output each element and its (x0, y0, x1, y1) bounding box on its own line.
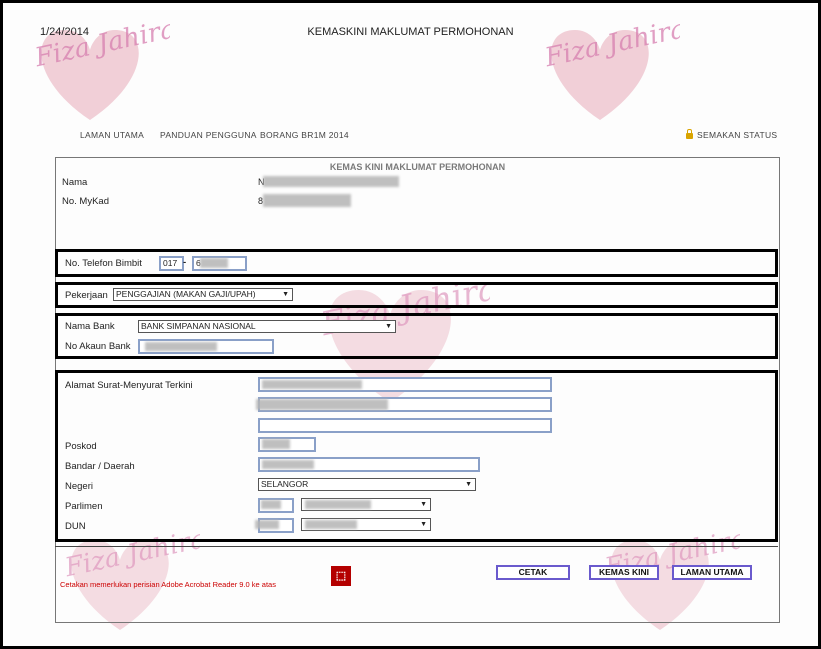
pekerjaan-label: Pekerjaan (65, 290, 108, 301)
nama-label: Nama (62, 177, 88, 188)
pdf-icon[interactable]: ⬚ (331, 566, 351, 586)
chevron-down-icon: ▼ (465, 481, 472, 488)
redacted-parlimen-code (261, 500, 281, 509)
pekerjaan-select-value: PENGGAJIAN (MAKAN GAJI/UPAH) (116, 289, 256, 299)
pekerjaan-select[interactable]: PENGGAJIAN (MAKAN GAJI/UPAH) ▼ (113, 288, 293, 301)
acrobat-note: Cetakan memerlukan perisian Adobe Acroba… (60, 580, 276, 589)
nav-borang-br1m[interactable]: BORANG BR1M 2014 (260, 130, 349, 140)
phone-label: No. Telefon Bimbit (65, 258, 142, 269)
poskod-label: Poskod (65, 441, 97, 452)
nav-panduan-pengguna[interactable]: PANDUAN PENGGUNA (160, 130, 257, 140)
phone-prefix-input[interactable]: 017 (159, 256, 184, 271)
cetak-button[interactable]: CETAK (496, 565, 570, 580)
chevron-down-icon: ▼ (420, 501, 427, 508)
redacted-phone (200, 258, 228, 268)
chevron-down-icon: ▼ (385, 323, 392, 330)
chevron-down-icon: ▼ (282, 291, 289, 298)
alamat-section (55, 370, 778, 542)
lock-icon (686, 129, 693, 139)
mykad-label: No. MyKad (62, 196, 109, 207)
parlimen-label: Parlimen (65, 501, 103, 512)
nav-semakan-status-label: SEMAKAN STATUS (697, 130, 778, 140)
bank-label: Nama Bank (65, 321, 115, 332)
kemas-kini-button[interactable]: KEMAS KINI (589, 565, 659, 580)
nav-laman-utama[interactable]: LAMAN UTAMA (80, 130, 144, 140)
bank-select[interactable]: BANK SIMPANAN NASIONAL ▼ (138, 320, 396, 333)
alamat-label: Alamat Surat-Menyurat Terkini (65, 380, 193, 391)
redacted-mykad (263, 194, 351, 207)
negeri-select[interactable]: SELANGOR ▼ (258, 478, 476, 491)
negeri-select-value: SELANGOR (261, 479, 309, 489)
redacted-dun-code (255, 520, 279, 529)
redacted-akaun (145, 342, 217, 351)
redacted-alamat2 (256, 399, 388, 410)
redacted-nama (263, 176, 399, 187)
redacted-poskod (262, 439, 290, 449)
bandar-label: Bandar / Daerah (65, 461, 135, 472)
nav-semakan-status[interactable]: SEMAKAN STATUS (686, 129, 778, 140)
laman-utama-button[interactable]: LAMAN UTAMA (672, 565, 752, 580)
bank-select-value: BANK SIMPANAN NASIONAL (141, 321, 256, 331)
akaun-label: No Akaun Bank (65, 341, 131, 352)
redacted-parlimen (305, 500, 371, 509)
page-title: KEMASKINI MAKLUMAT PERMOHONAN (307, 26, 514, 38)
redacted-alamat1 (262, 380, 362, 389)
form-title: KEMAS KINI MAKLUMAT PERMOHONAN (329, 162, 506, 172)
redacted-bandar (262, 460, 314, 469)
alamat-line3-input[interactable] (258, 418, 552, 433)
phone-separator: - (183, 257, 187, 268)
redacted-dun (305, 520, 357, 529)
chevron-down-icon: ▼ (420, 521, 427, 528)
negeri-label: Negeri (65, 481, 93, 492)
footer-divider (55, 546, 778, 548)
dun-label: DUN (65, 521, 86, 532)
